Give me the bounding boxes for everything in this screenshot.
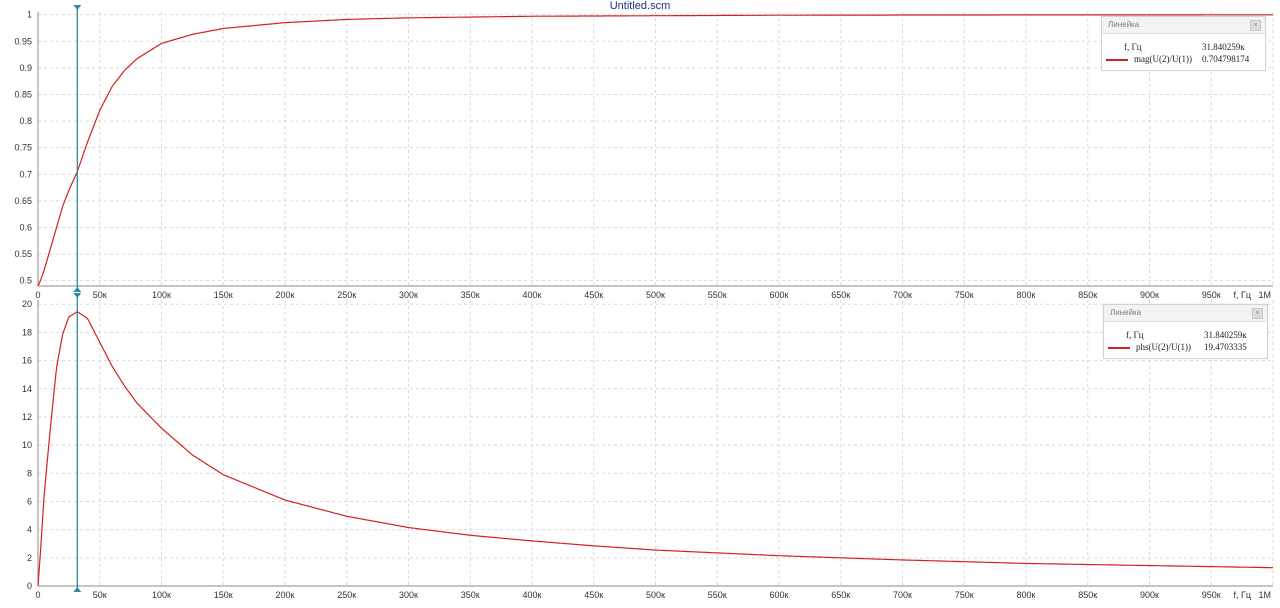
legend-x-row: f, Гц 31.840259к <box>1104 329 1267 341</box>
x-tick-label: 200к <box>276 290 295 300</box>
x-tick-label: 550к <box>708 590 727 600</box>
legend-series-row: phs(U(2)/U(1)) 19.4703335 <box>1104 341 1267 353</box>
x-tick-label: 300к <box>399 590 418 600</box>
x-tick-label: 800к <box>1017 590 1036 600</box>
legend-x-row: f, Гц 31.840259к <box>1102 41 1265 53</box>
legend-x-value: 31.840259к <box>1202 42 1245 52</box>
x-tick-label: 950к <box>1202 290 1221 300</box>
y-tick-label: 20 <box>22 299 32 309</box>
x-tick-label: 0 <box>35 590 40 600</box>
y-tick-label: 0.6 <box>19 222 32 232</box>
y-tick-label: 0.7 <box>19 169 32 179</box>
x-tick-label: 650к <box>831 290 850 300</box>
x-tick-label: 650к <box>831 590 850 600</box>
series-color-swatch <box>1108 347 1130 349</box>
y-tick-label: 0.85 <box>14 89 32 99</box>
x-tick-label: 450к <box>584 590 603 600</box>
x-tick-label: 900к <box>1140 290 1159 300</box>
phase-plot[interactable]: 0 2 4 6 8 10 12 14 16 18 20 50к 100к 150к 200к 250к 300к… <box>22 293 1274 600</box>
legend-x-name: f, Гц <box>1124 42 1142 52</box>
x-tick-label: 350к <box>461 290 480 300</box>
close-icon[interactable]: × <box>1250 20 1261 31</box>
y-tick-label: 8 <box>27 468 32 478</box>
cursor-handle-bottom-icon[interactable] <box>73 287 82 292</box>
series-color-swatch <box>1106 59 1128 61</box>
cursor-handle-top-icon[interactable] <box>73 293 82 298</box>
cursor-handle-bottom-icon[interactable] <box>73 587 82 592</box>
legend-title: Линейка <box>1108 20 1140 29</box>
x-tick-label: 500к <box>646 290 665 300</box>
x-tick-label: 500к <box>646 590 665 600</box>
x-tick-label: 600к <box>770 590 789 600</box>
x-tick-label: 300к <box>399 290 418 300</box>
x-tick-label: 850к <box>1078 590 1097 600</box>
x-tick-label: 400к <box>523 590 542 600</box>
magnitude-plot[interactable]: 0.50.550.60.650.70.750.80.850.90.95150к 1… <box>14 5 1274 300</box>
x-tick-label: 800к <box>1017 290 1036 300</box>
y-tick-label: 16 <box>22 356 32 366</box>
y-tick-label: 0.75 <box>14 143 32 153</box>
legend-title: Линейка <box>1110 308 1142 317</box>
x-tick-label: 1М <box>1258 290 1271 300</box>
legend-series-value: 19.4703335 <box>1204 342 1247 352</box>
x-tick-label: 600к <box>770 290 789 300</box>
x-tick-label: 700к <box>893 590 912 600</box>
legend-x-value: 31.840259к <box>1204 330 1247 340</box>
legend-series-name: phs(U(2)/U(1)) <box>1136 342 1191 352</box>
x-axis-label: f, Гц <box>1233 590 1251 600</box>
close-icon[interactable]: × <box>1252 308 1263 319</box>
x-tick-label: 150к <box>214 290 233 300</box>
x-tick-label: 200к <box>276 590 295 600</box>
y-tick-label: 0 <box>27 581 32 591</box>
x-tick-label: 450к <box>584 290 603 300</box>
x-tick-label: 350к <box>461 590 480 600</box>
y-tick-label: 4 <box>27 525 32 535</box>
y-tick-label: 0.9 <box>19 63 32 73</box>
legend-x-name: f, Гц <box>1126 330 1144 340</box>
x-axis-label: f, Гц <box>1233 290 1251 300</box>
legend-series-row: mag(U(2)/U(1)) 0.704798174 <box>1102 53 1265 65</box>
y-tick-label: 12 <box>22 412 32 422</box>
x-tick-label: 50к <box>93 290 107 300</box>
cursor-legend-top[interactable]: Линейка × f, Гц 31.840259к mag(U(2)/U(1)… <box>1101 16 1266 71</box>
x-tick-label: 400к <box>523 290 542 300</box>
x-tick-label: 0 <box>35 290 40 300</box>
plots-area[interactable]: 0.50.550.60.650.70.750.80.850.90.95150к 1… <box>0 0 1280 608</box>
y-tick-label: 18 <box>22 327 32 337</box>
y-tick-label: 14 <box>22 384 32 394</box>
cursor-legend-bottom[interactable]: Линейка × f, Гц 31.840259к phs(U(2)/U(1)… <box>1103 304 1268 359</box>
legend-header: Линейка × <box>1102 17 1265 34</box>
series-line-phs(U(2)/U(1)) <box>37 311 1273 587</box>
y-tick-label: 0.8 <box>19 116 32 126</box>
cursor-handle-top-icon[interactable] <box>73 5 82 10</box>
y-tick-label: 0.55 <box>14 249 32 259</box>
y-tick-label: 1 <box>27 10 32 20</box>
y-tick-label: 10 <box>22 440 32 450</box>
x-tick-label: 700к <box>893 290 912 300</box>
y-tick-label: 0.65 <box>14 196 32 206</box>
x-tick-label: 900к <box>1140 590 1159 600</box>
x-tick-label: 250к <box>337 290 356 300</box>
x-tick-label: 100к <box>152 590 171 600</box>
x-tick-label: 850к <box>1078 290 1097 300</box>
y-tick-label: 6 <box>27 496 32 506</box>
legend-header: Линейка × <box>1104 305 1267 322</box>
x-tick-label: 1М <box>1258 590 1271 600</box>
y-tick-label: 2 <box>27 553 32 563</box>
legend-series-value: 0.704798174 <box>1202 54 1250 64</box>
y-tick-label: 0.5 <box>19 276 32 286</box>
x-tick-label: 250к <box>337 590 356 600</box>
x-tick-label: 750к <box>955 290 974 300</box>
x-tick-label: 550к <box>708 290 727 300</box>
x-tick-label: 100к <box>152 290 171 300</box>
legend-series-name: mag(U(2)/U(1)) <box>1134 54 1192 64</box>
y-tick-label: 0.95 <box>14 36 32 46</box>
x-tick-label: 950к <box>1202 590 1221 600</box>
x-tick-label: 150к <box>214 590 233 600</box>
x-tick-label: 50к <box>93 590 107 600</box>
x-tick-label: 750к <box>955 590 974 600</box>
